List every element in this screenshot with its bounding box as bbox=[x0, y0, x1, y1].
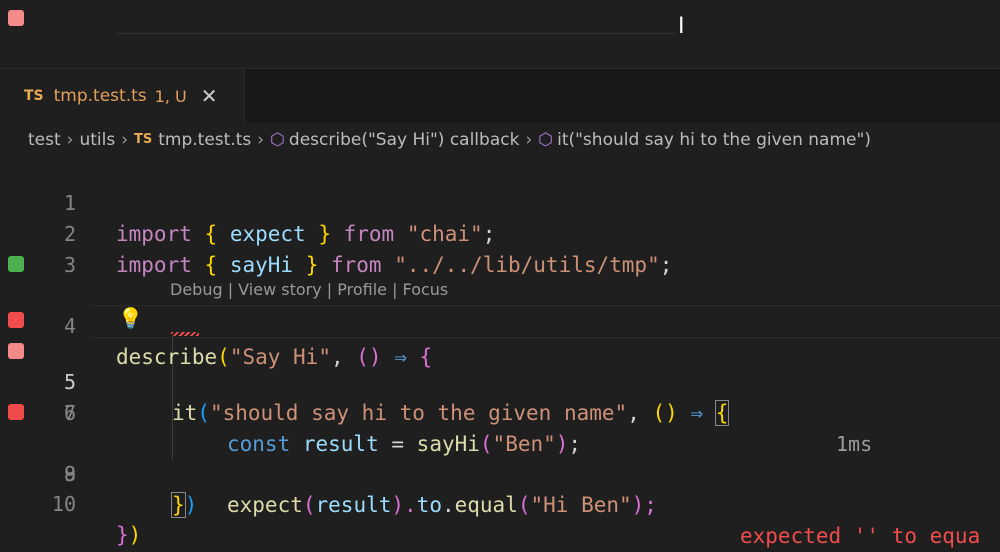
code-line[interactable]: 1 import { expect } from "chai"; bbox=[0, 157, 1000, 246]
chevron-right-icon: › bbox=[121, 130, 129, 150]
chevron-right-icon: › bbox=[257, 130, 265, 150]
code-text: }) bbox=[171, 492, 198, 518]
tab-filename: tmp.test.ts bbox=[53, 86, 147, 106]
code-line[interactable]: 7 bbox=[0, 367, 1000, 425]
lightbulb-icon[interactable]: 💡 bbox=[118, 306, 143, 330]
breadcrumb-item-it[interactable]: it("should say hi to the given name") bbox=[557, 130, 871, 150]
test-status-fail-marker[interactable] bbox=[8, 312, 24, 328]
code-line[interactable]: 6 const result = sayHi("Ben"); bbox=[0, 336, 1000, 456]
code-line[interactable]: 8 expect(result).to.equal("Hi Ben"); exp… bbox=[0, 397, 1000, 548]
top-editor-pane: 2 export const sayHi = (name: string) ⇒ … bbox=[0, 0, 1000, 123]
code-line[interactable]: 10 }) bbox=[0, 458, 1000, 547]
tab-tmp-test-ts[interactable]: TS tmp.test.ts 1, U ✕ bbox=[0, 69, 245, 123]
line-number: 10 bbox=[51, 492, 76, 516]
code-line[interactable]: 2 export const sayHi = (name: string) ⇒ … bbox=[0, 3, 1000, 123]
code-line[interactable]: 5 it("should say hi to the given name", … bbox=[0, 305, 1000, 456]
codelens-actions[interactable]: Debug | View story | Profile | Focus bbox=[170, 280, 448, 299]
typescript-file-icon: TS bbox=[134, 132, 153, 147]
breadcrumb-item-describe[interactable]: describe("Say Hi") callback bbox=[289, 130, 520, 150]
chevron-right-icon: › bbox=[525, 130, 533, 150]
inline-error-message: expected '' to equa bbox=[740, 524, 981, 548]
code-line[interactable]: 9 }) bbox=[0, 428, 1000, 518]
tab-problem-badge: 1, U bbox=[154, 86, 187, 106]
chevron-right-icon: › bbox=[66, 130, 74, 150]
code-text: }) bbox=[116, 523, 142, 547]
typescript-file-icon: TS bbox=[24, 88, 44, 104]
code-line[interactable]: 3 bbox=[0, 219, 1000, 277]
current-line-highlight bbox=[116, 33, 676, 34]
test-status-fail-marker[interactable] bbox=[8, 10, 24, 26]
code-line[interactable]: 4 describe("Say Hi", () ⇒ { bbox=[0, 249, 1000, 369]
code-text: expect(result).to.equal("Hi Ben"); bbox=[227, 493, 657, 517]
test-status-fail-marker[interactable] bbox=[8, 404, 24, 420]
test-status-pass-marker[interactable] bbox=[8, 256, 24, 272]
editor-tab-bar: TS tmp.test.ts 1, U ✕ bbox=[0, 68, 1000, 123]
breadcrumb-item-file[interactable]: tmp.test.ts bbox=[158, 130, 251, 150]
breadcrumb-item-utils[interactable]: utils bbox=[79, 130, 115, 150]
breadcrumb: test › utils › TS tmp.test.ts › ⬡ describe("Say … bbox=[0, 122, 1000, 158]
close-icon[interactable]: ✕ bbox=[201, 84, 218, 108]
breadcrumb-item-test[interactable]: test bbox=[28, 130, 61, 150]
symbol-method-icon: ⬡ bbox=[270, 130, 285, 150]
symbol-method-icon: ⬡ bbox=[538, 130, 554, 150]
text-cursor-icon: I bbox=[678, 14, 685, 39]
test-status-fail-marker[interactable] bbox=[8, 343, 24, 359]
code-line[interactable]: 2 import { sayHi } from "../../lib/utils… bbox=[0, 188, 1000, 277]
